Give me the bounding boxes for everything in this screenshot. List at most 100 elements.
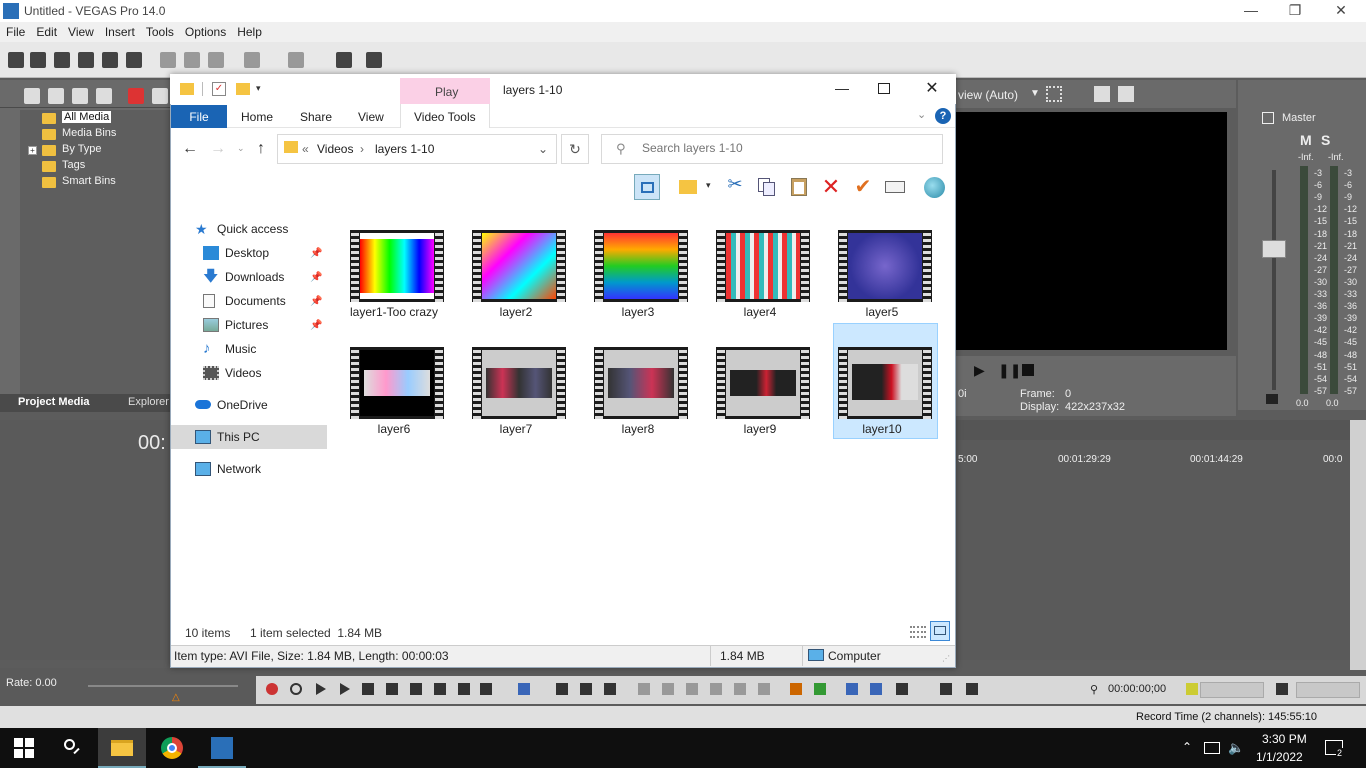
- explorer-maximize-button[interactable]: [878, 83, 890, 94]
- file-item[interactable]: layer2: [456, 225, 576, 341]
- menu-insert[interactable]: Insert: [99, 22, 140, 39]
- zoom-tool-icon[interactable]: [604, 683, 616, 695]
- delete-x-icon[interactable]: ✕: [818, 174, 844, 200]
- expand-ribbon-chevron-icon[interactable]: ⌄: [917, 108, 926, 121]
- save-snapshot-icon[interactable]: [1118, 86, 1134, 102]
- menu-edit[interactable]: Edit: [30, 22, 62, 39]
- timeline-vertical-scrollbar[interactable]: [1350, 420, 1366, 670]
- view-options-chevron-icon[interactable]: ▾: [706, 180, 711, 191]
- file-item[interactable]: layer3: [578, 225, 698, 341]
- selection-length-field[interactable]: [1296, 682, 1360, 698]
- details-view-icon[interactable]: [908, 622, 928, 640]
- address-history-chevron-icon[interactable]: ⌄: [538, 142, 548, 156]
- preview-pause-icon[interactable]: ❚❚: [998, 362, 1021, 379]
- search-input[interactable]: [642, 141, 922, 155]
- ripple-edit-icon[interactable]: [896, 683, 908, 695]
- play-from-start-icon[interactable]: [316, 683, 326, 695]
- master-fader[interactable]: [1262, 240, 1286, 258]
- customize-quick-access-chevron-icon[interactable]: ▾: [256, 83, 261, 94]
- menu-tools[interactable]: Tools: [140, 22, 179, 39]
- file-item[interactable]: layer4: [700, 225, 820, 341]
- selection-tool-icon[interactable]: [580, 683, 592, 695]
- timeline-ruler[interactable]: [956, 452, 1352, 468]
- file-item[interactable]: layer1-Too crazy: [334, 225, 454, 341]
- new-project-icon[interactable]: [8, 52, 24, 68]
- trim-end-icon[interactable]: [710, 683, 722, 695]
- forward-arrow-icon[interactable]: →: [210, 140, 226, 158]
- file-item[interactable]: layer7: [456, 342, 576, 458]
- selection-start-field[interactable]: [1200, 682, 1264, 698]
- menu-help[interactable]: Help: [231, 22, 267, 39]
- insert-marker-icon[interactable]: [790, 683, 802, 695]
- taskbar-file-explorer[interactable]: [98, 728, 146, 768]
- copy-icon[interactable]: [754, 174, 780, 200]
- tree-item-smart-bins[interactable]: Smart Bins: [42, 175, 116, 191]
- media-fx-icon[interactable]: [152, 88, 168, 104]
- cut-icon[interactable]: ✂: [722, 174, 748, 200]
- file-item[interactable]: layer9: [700, 342, 820, 458]
- pin-icon[interactable]: 📌: [310, 320, 322, 331]
- render-icon[interactable]: [102, 52, 118, 68]
- insert-region-icon[interactable]: [814, 683, 826, 695]
- recent-locations-chevron-icon[interactable]: ⌄: [237, 143, 245, 154]
- delete-icon[interactable]: [638, 683, 650, 695]
- solo-button[interactable]: S: [1321, 132, 1330, 148]
- explorer-close-button[interactable]: ✕: [922, 78, 942, 98]
- open-project-icon[interactable]: [30, 52, 46, 68]
- preview-play-icon[interactable]: ▶: [974, 362, 985, 379]
- show-hidden-icons-chevron-icon[interactable]: ⌃: [1182, 740, 1192, 754]
- network-icon[interactable]: [1204, 742, 1220, 754]
- pin-icon[interactable]: 📌: [310, 296, 322, 307]
- properties-checkmark-icon[interactable]: ✓: [212, 82, 226, 96]
- file-item[interactable]: layer8: [578, 342, 698, 458]
- tree-item-tags[interactable]: Tags: [42, 159, 85, 175]
- enable-snapping-icon[interactable]: [336, 52, 352, 68]
- globe-network-icon[interactable]: [922, 174, 948, 200]
- go-to-start-icon[interactable]: [410, 683, 422, 695]
- mute-button[interactable]: M: [1300, 132, 1312, 148]
- file-item-selected[interactable]: layer10: [822, 342, 942, 458]
- breadcrumb-overflow[interactable]: «: [302, 142, 309, 156]
- copy-icon[interactable]: [184, 52, 200, 68]
- large-icons-view-icon[interactable]: [930, 621, 950, 641]
- overlays-grid-icon[interactable]: [1046, 86, 1062, 102]
- properties-icon[interactable]: [676, 174, 702, 200]
- back-arrow-icon[interactable]: ←: [182, 140, 198, 158]
- file-item[interactable]: layer6: [334, 342, 454, 458]
- tab-project-media[interactable]: Project Media: [18, 396, 90, 408]
- rate-slider[interactable]: [88, 685, 238, 687]
- envelope-tool-icon[interactable]: [556, 683, 568, 695]
- windows-start-button[interactable]: [14, 738, 34, 758]
- auto-crossfade-icon[interactable]: [870, 683, 882, 695]
- record-icon[interactable]: [266, 683, 278, 695]
- taskbar-chrome[interactable]: [148, 728, 196, 768]
- search-icon[interactable]: [62, 737, 82, 757]
- restore-button[interactable]: ❐: [1280, 2, 1310, 20]
- tab-home[interactable]: Home: [241, 110, 273, 124]
- close-button[interactable]: ✕: [1326, 2, 1356, 20]
- taskbar-vegas[interactable]: [198, 728, 246, 768]
- tab-file[interactable]: File: [171, 105, 227, 128]
- web-media-icon[interactable]: [96, 88, 112, 104]
- pause-icon[interactable]: [362, 683, 374, 695]
- save-icon[interactable]: [54, 52, 70, 68]
- paste-icon[interactable]: [786, 174, 812, 200]
- tree-item-by-type[interactable]: By Type: [42, 143, 102, 159]
- split-icon[interactable]: [734, 683, 746, 695]
- new-folder-icon[interactable]: [236, 83, 250, 95]
- whats-this-help-icon[interactable]: [366, 52, 382, 68]
- breadcrumb-separator[interactable]: ›: [360, 142, 364, 156]
- clock-date[interactable]: 1/1/2022: [1256, 750, 1303, 764]
- refresh-icon[interactable]: ↻: [561, 134, 589, 164]
- stop-icon[interactable]: [386, 683, 398, 695]
- chevron-down-icon[interactable]: ▼: [1030, 88, 1040, 99]
- undo-icon[interactable]: [244, 52, 260, 68]
- tab-video-tools[interactable]: Video Tools: [414, 110, 476, 124]
- rename-icon[interactable]: [882, 174, 908, 200]
- menu-file[interactable]: File: [0, 22, 30, 39]
- menu-options[interactable]: Options: [179, 22, 231, 39]
- tree-item-all-media[interactable]: All Media: [42, 111, 112, 127]
- tab-view[interactable]: View: [358, 110, 384, 124]
- pin-icon[interactable]: 📌: [310, 248, 322, 259]
- redo-icon[interactable]: [288, 52, 304, 68]
